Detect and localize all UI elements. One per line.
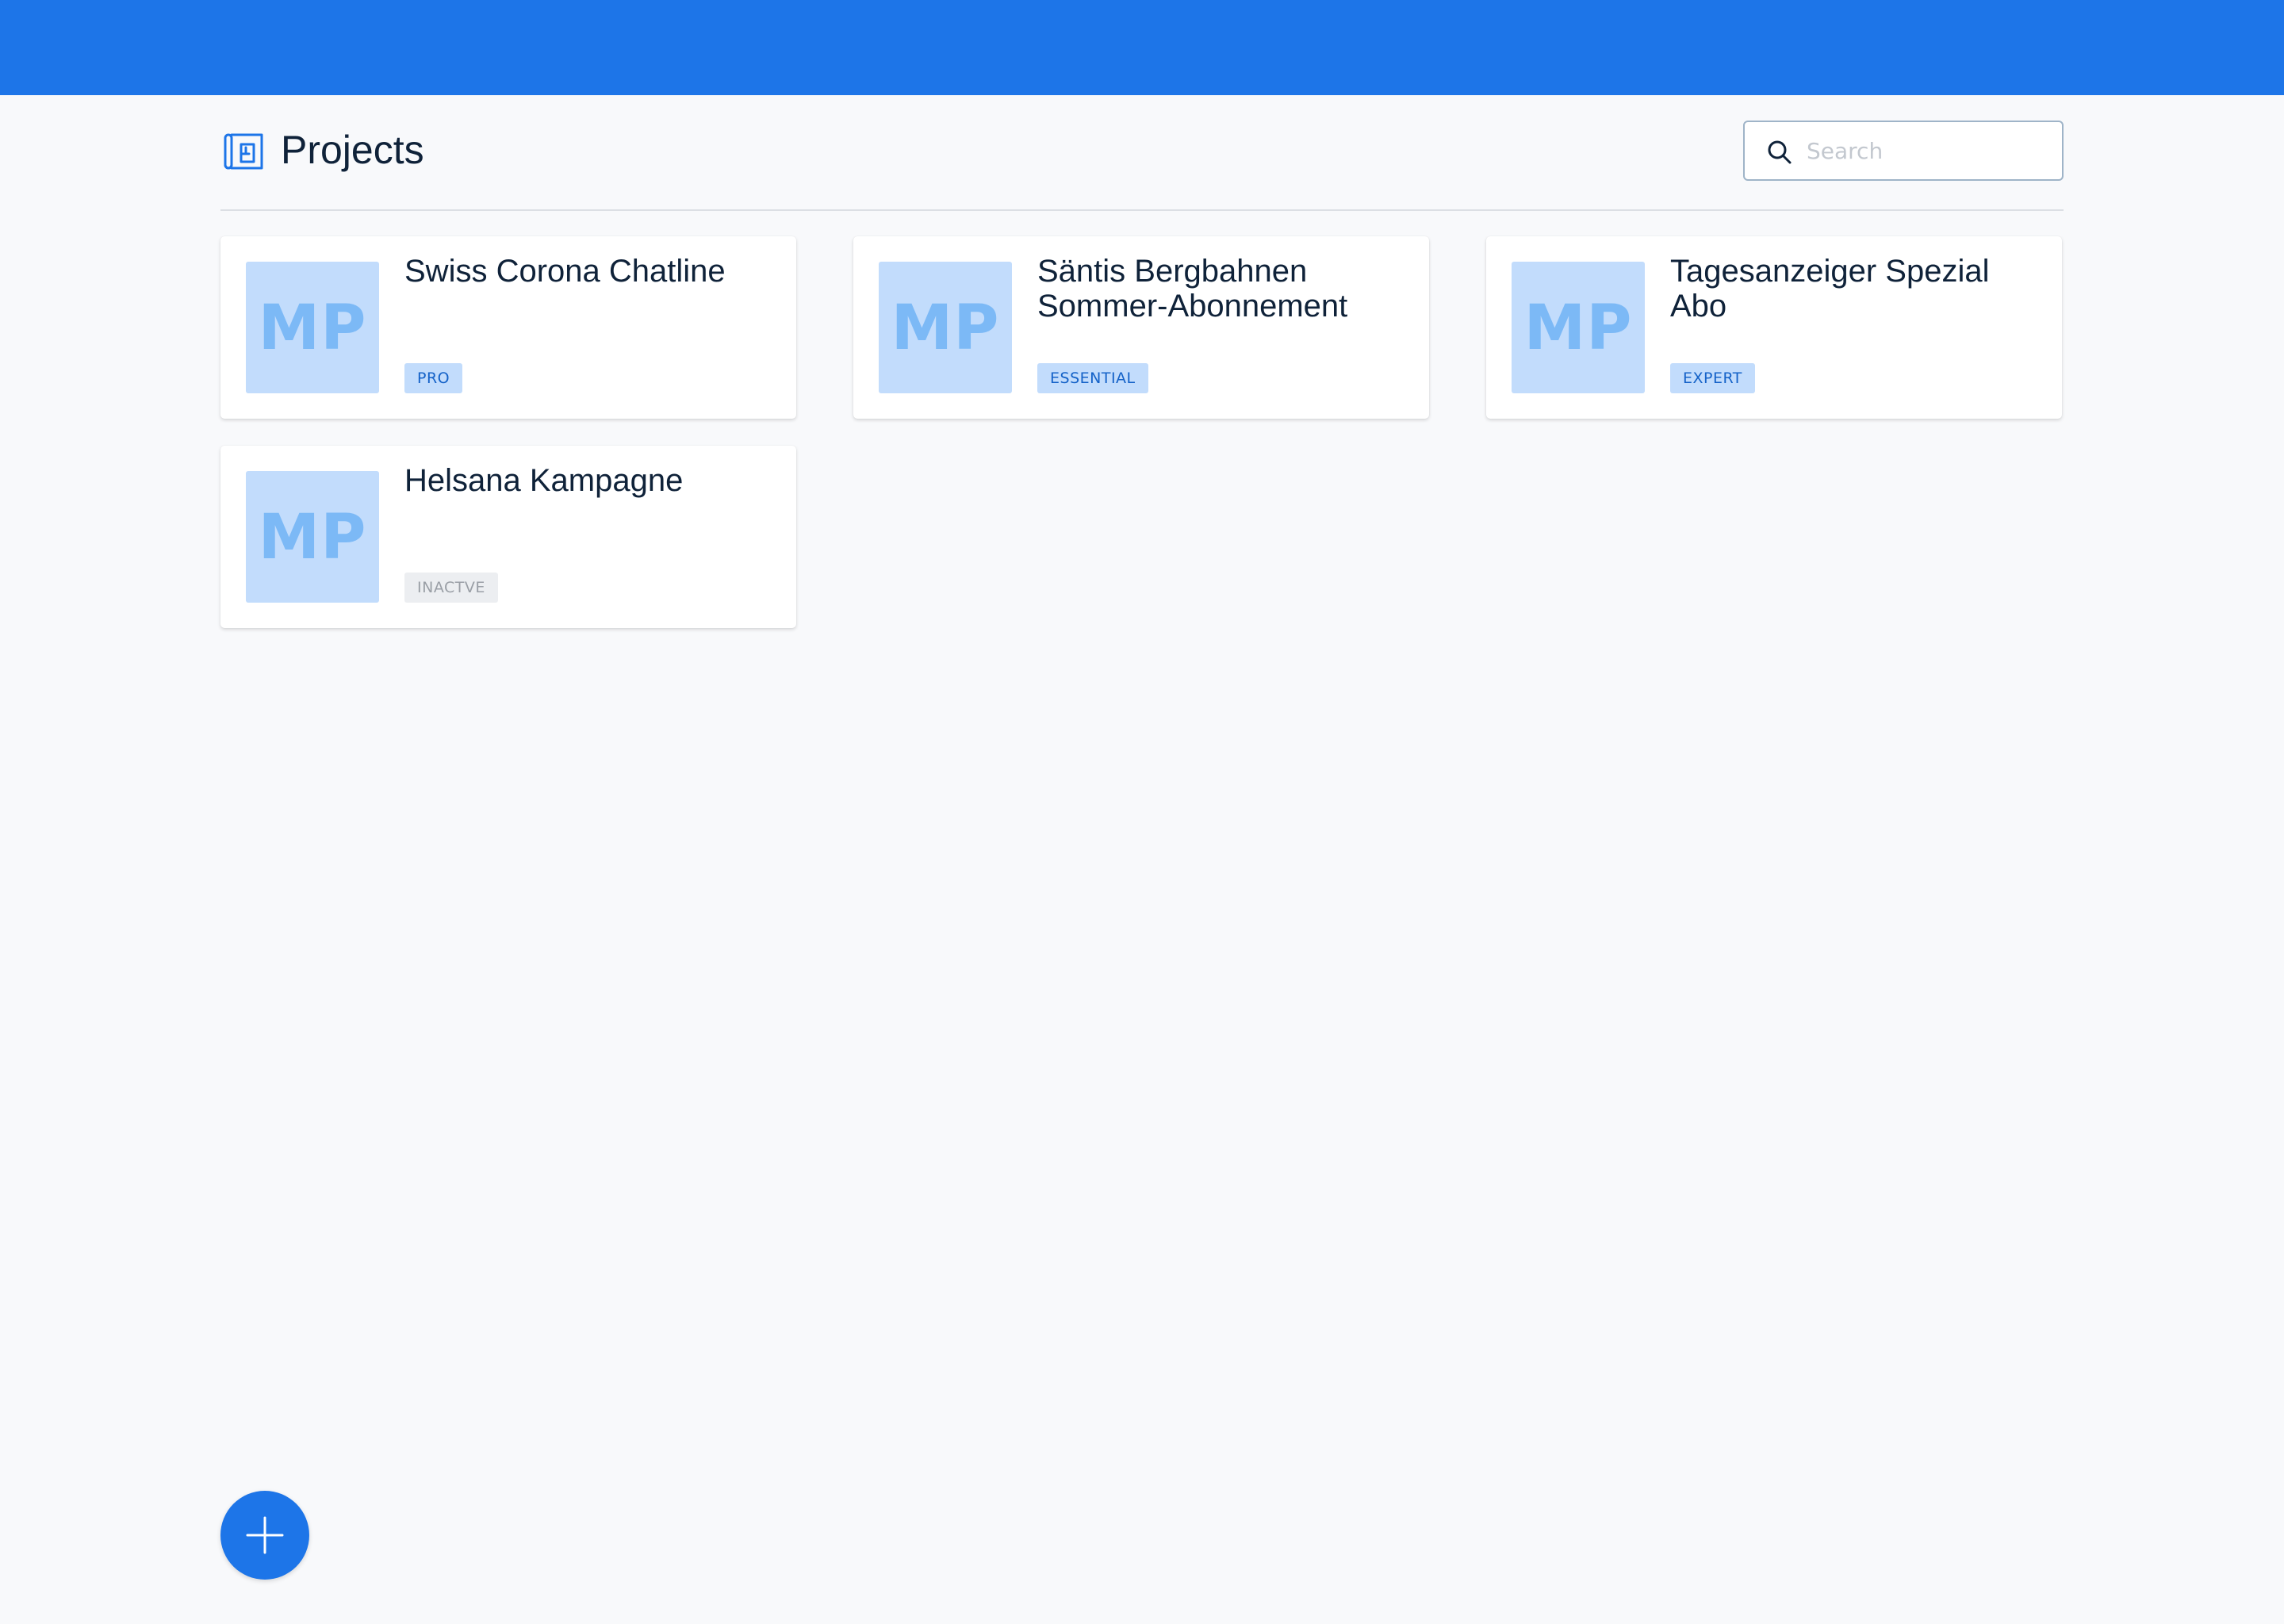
project-thumbnail: MP <box>1512 262 1645 393</box>
thumbnail-initials: MP <box>1523 293 1633 364</box>
top-app-bar <box>0 0 2284 95</box>
page-title: Projects <box>281 128 424 172</box>
thumbnail-initials: MP <box>258 293 367 364</box>
plus-icon <box>246 1516 284 1554</box>
page-header: Projects <box>220 121 2064 184</box>
project-card[interactable]: MP Tagesanzeiger Spezial Abo EXPERT <box>1486 236 2062 419</box>
plan-badge: EXPERT <box>1670 363 1755 393</box>
search-box[interactable] <box>1743 121 2064 181</box>
project-card[interactable]: MP Helsana Kampagne INACTVE <box>220 446 796 628</box>
add-project-button[interactable] <box>220 1491 309 1580</box>
thumbnail-initials: MP <box>258 502 367 573</box>
project-card[interactable]: MP Swiss Corona Chatline PRO <box>220 236 796 419</box>
project-thumbnail: MP <box>879 262 1012 393</box>
project-title: Tagesanzeiger Spezial Abo <box>1670 254 1990 324</box>
search-icon <box>1768 140 1792 164</box>
project-title: Helsana Kampagne <box>404 463 684 498</box>
project-thumbnail: MP <box>246 471 379 603</box>
project-title: Säntis Bergbahnen Sommer-Abonnement <box>1037 254 1348 324</box>
project-card[interactable]: MP Säntis Bergbahnen Sommer-Abonnement E… <box>853 236 1429 419</box>
project-title: Swiss Corona Chatline <box>404 254 726 289</box>
project-thumbnail: MP <box>246 262 379 393</box>
thumbnail-initials: MP <box>891 293 1000 364</box>
header-divider <box>220 209 2064 211</box>
plan-badge: ESSENTIAL <box>1037 363 1148 393</box>
status-badge: INACTVE <box>404 573 498 603</box>
projects-blueprint-icon <box>224 133 263 170</box>
search-input[interactable] <box>1807 128 2044 173</box>
plan-badge: PRO <box>404 363 463 393</box>
